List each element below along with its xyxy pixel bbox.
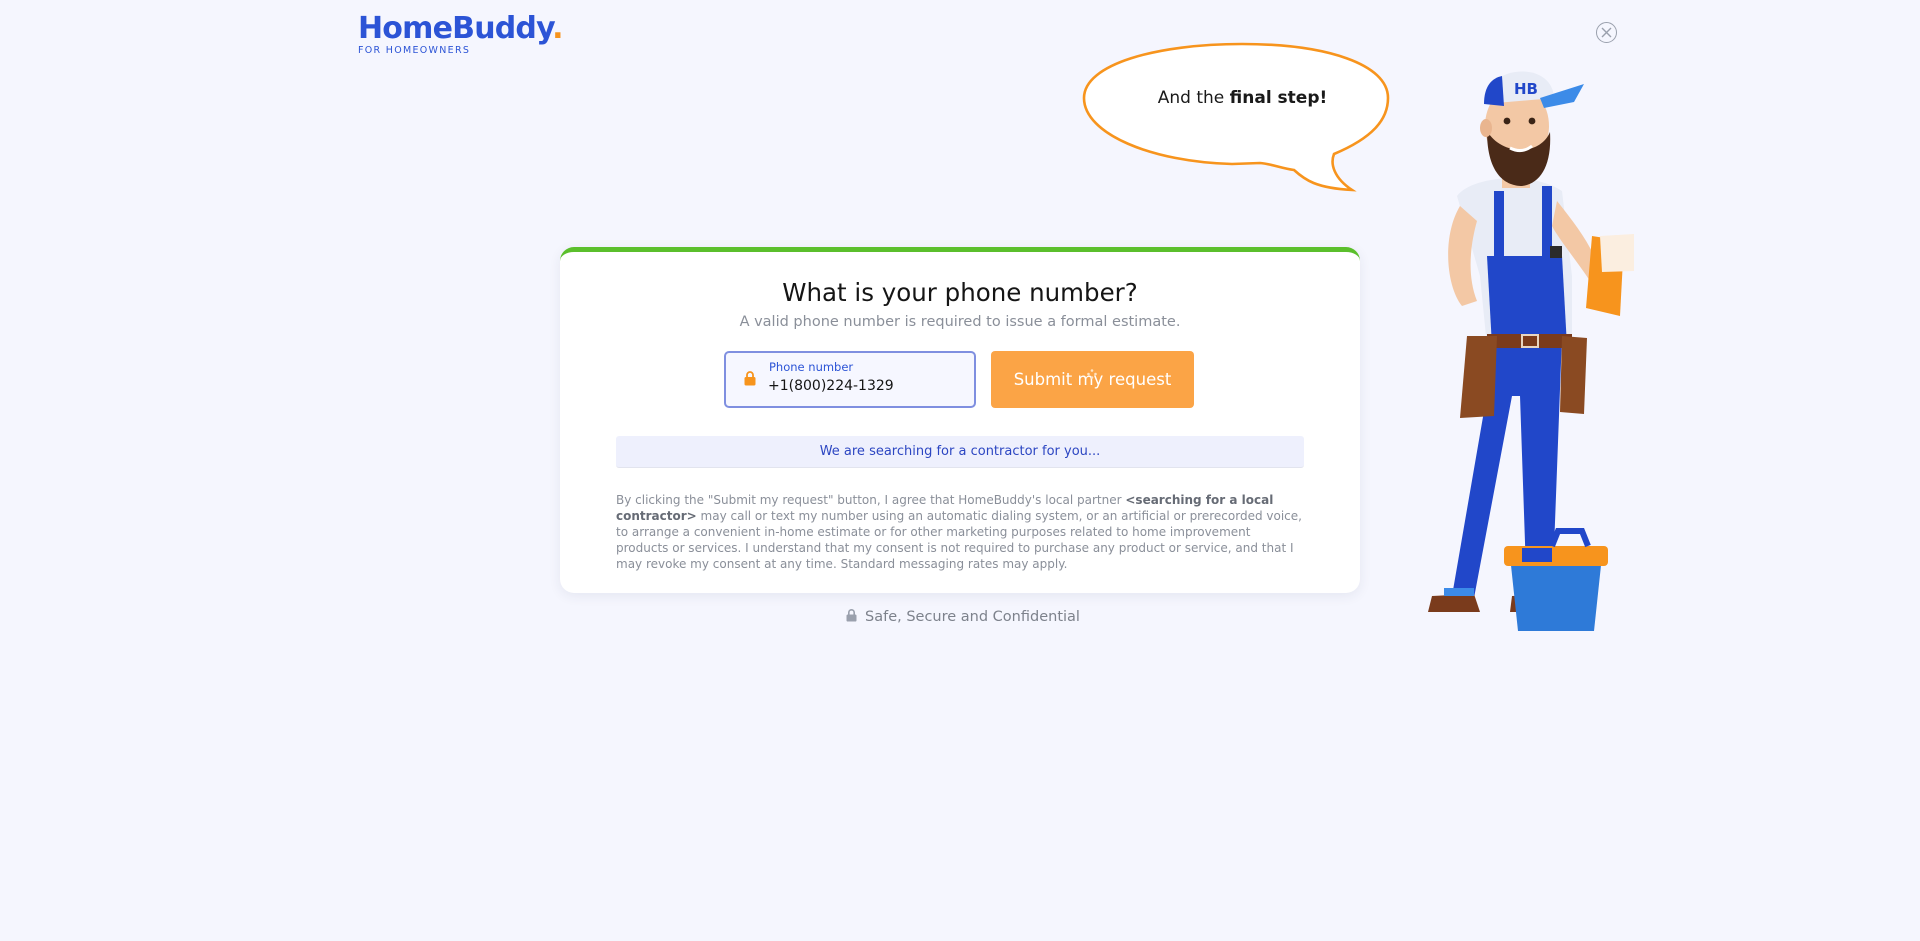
logo-dot: . (552, 11, 563, 46)
lock-icon (846, 609, 857, 622)
secure-text: Safe, Secure and Confidential (865, 609, 1080, 625)
bubble-prefix: And the (1157, 88, 1230, 108)
bubble-emphasis: final step! (1229, 88, 1328, 108)
phone-form-card: What is your phone number? A valid phone… (560, 247, 1360, 593)
bubble-message: And the final step! (1100, 88, 1385, 108)
consent-part-1: By clicking the "Submit my request" butt… (616, 493, 1126, 507)
phone-field[interactable]: Phone number (724, 351, 976, 408)
phone-input[interactable] (768, 378, 963, 394)
card-title: What is your phone number? (782, 278, 1138, 307)
card-subtitle: A valid phone number is required to issu… (739, 314, 1181, 330)
logo-wordmark: HomeBuddy. (358, 9, 563, 49)
lock-icon (744, 371, 756, 386)
logo-name: HomeBuddy (358, 11, 553, 46)
cap-label: HB (1514, 80, 1538, 98)
speech-bubble (1082, 42, 1390, 192)
consent-part-2: may call or text my number using an auto… (616, 509, 1302, 571)
homebuddy-logo[interactable]: HomeBuddy. FOR HOMEOWNERS (358, 9, 563, 56)
consent-text: By clicking the "Submit my request" butt… (616, 492, 1304, 572)
submit-request-button[interactable]: Submit my request (991, 351, 1194, 408)
phone-field-label: Phone number (769, 360, 854, 374)
search-status: We are searching for a contractor for yo… (616, 436, 1304, 468)
loading-spinner-icon (1087, 369, 1097, 379)
handyman-mascot: HB (1428, 71, 1634, 631)
secure-note: Safe, Secure and Confidential (846, 609, 1080, 625)
